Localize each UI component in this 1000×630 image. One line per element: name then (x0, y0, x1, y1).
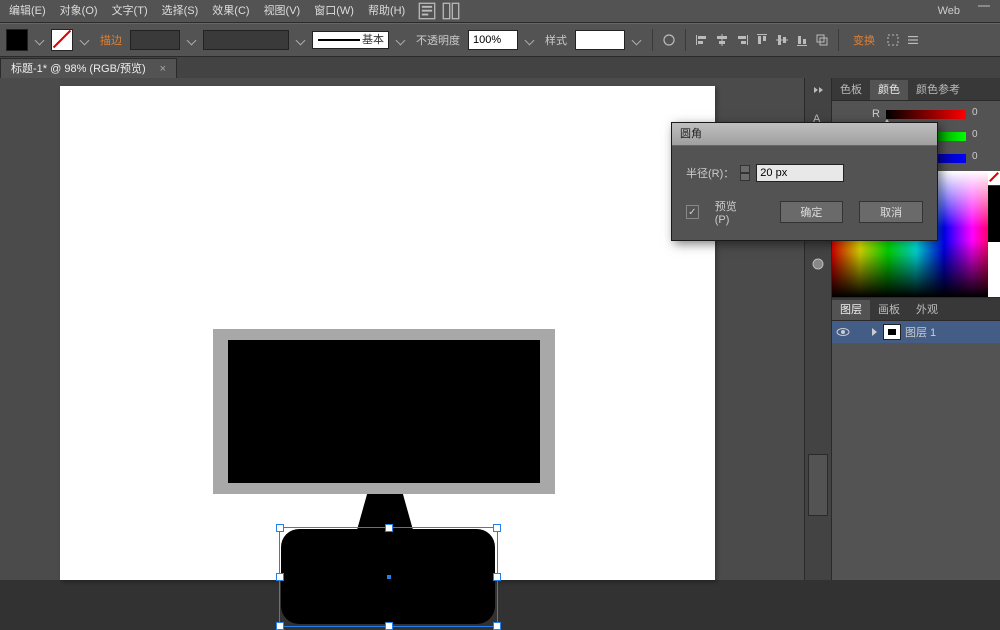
stroke-swatch[interactable] (51, 29, 73, 51)
selection-bounds (279, 527, 498, 627)
transform-label[interactable]: 变换 (853, 32, 875, 48)
shape-builder-icon[interactable] (814, 32, 830, 48)
selection-handle[interactable] (493, 622, 501, 630)
separator (685, 29, 686, 51)
step-down-icon[interactable] (740, 173, 750, 181)
black-swatch[interactable] (988, 186, 1000, 242)
selection-handle[interactable] (276, 524, 284, 532)
spectrum-side-strip (988, 171, 1000, 297)
document-tab-bar: 标题-1* @ 98% (RGB/预览) × (0, 57, 1000, 80)
step-up-icon[interactable] (740, 165, 750, 173)
color-panel-icon[interactable] (810, 256, 826, 272)
tab-swatches[interactable]: 色板 (832, 80, 870, 100)
layers-panel-tabs: 图层 画板 外观 (832, 298, 1000, 321)
close-tab-icon[interactable]: × (160, 59, 166, 79)
menu-window[interactable]: 窗口(W) (307, 0, 361, 22)
radius-input[interactable] (756, 164, 844, 182)
align-top-icon[interactable] (754, 32, 770, 48)
style-label: 样式 (545, 32, 567, 48)
minimize-icon[interactable] (978, 5, 990, 7)
stroke-dropdown-icon[interactable] (80, 35, 90, 45)
opacity-label: 不透明度 (416, 32, 460, 48)
brush-dropdown-icon[interactable] (396, 35, 406, 45)
selection-center-icon (387, 575, 391, 579)
menu-bar: 编辑(E) 对象(O) 文字(T) 选择(S) 效果(C) 视图(V) 窗口(W… (0, 0, 1000, 23)
layers-panel: 图层 画板 外观 图层 1 (832, 297, 1000, 343)
layer-name[interactable]: 图层 1 (905, 324, 936, 340)
radius-stepper[interactable] (740, 165, 750, 181)
separator (838, 29, 839, 51)
selection-handle[interactable] (385, 524, 393, 532)
menu-edit[interactable]: 编辑(E) (2, 0, 53, 22)
stroke-label: 描边 (100, 32, 122, 48)
doc-layout-icon[interactable] (418, 3, 436, 19)
menu-type[interactable]: 文字(T) (105, 0, 155, 22)
align-hcenter-icon[interactable] (714, 32, 730, 48)
document-tab[interactable]: 标题-1* @ 98% (RGB/预览) × (0, 58, 177, 79)
fill-swatch[interactable] (6, 29, 28, 51)
preview-checkbox[interactable]: ✓ (686, 205, 699, 219)
r-slider[interactable] (886, 110, 966, 119)
b-value[interactable]: 0 (970, 151, 992, 165)
r-value[interactable]: 0 (970, 107, 992, 121)
tab-artboards[interactable]: 画板 (870, 300, 908, 320)
disclosure-triangle-icon[interactable] (872, 328, 877, 336)
menu-object[interactable]: 对象(O) (53, 0, 105, 22)
recolor-icon[interactable] (661, 32, 677, 48)
tab-layers[interactable]: 图层 (832, 300, 870, 320)
white-swatch[interactable] (988, 242, 1000, 298)
tab-appearance[interactable]: 外观 (908, 300, 946, 320)
selection-handle[interactable] (385, 622, 393, 630)
selection-handle[interactable] (276, 622, 284, 630)
brush-definition[interactable]: 基本 (312, 31, 389, 49)
r-label: R (870, 108, 882, 120)
opacity-dropdown-icon[interactable] (525, 35, 535, 45)
menu-effect[interactable]: 效果(C) (205, 0, 256, 22)
cancel-button[interactable]: 取消 (859, 201, 923, 223)
align-bottom-icon[interactable] (794, 32, 810, 48)
menu-help[interactable]: 帮助(H) (361, 0, 412, 22)
r-slider-row: R 0 (870, 107, 992, 121)
g-value[interactable]: 0 (970, 129, 992, 143)
document-tab-title: 标题-1* @ 98% (RGB/预览) (11, 59, 146, 79)
radius-label: 半径(R)： (686, 165, 734, 181)
isolate-icon[interactable] (885, 32, 901, 48)
expand-dock-icon[interactable] (810, 82, 826, 98)
brush-label: 基本 (362, 32, 384, 48)
none-color-icon[interactable] (988, 171, 1000, 186)
style-dropdown-icon[interactable] (632, 35, 642, 45)
align-left-icon[interactable] (694, 32, 710, 48)
more-options-icon[interactable] (905, 32, 921, 48)
tab-color-guide[interactable]: 颜色参考 (908, 80, 968, 100)
workspace-switcher[interactable]: Web (938, 0, 960, 22)
layer-thumbnail[interactable] (883, 324, 901, 340)
align-right-icon[interactable] (734, 32, 750, 48)
selection-handle[interactable] (493, 524, 501, 532)
separator (652, 29, 653, 51)
variable-width-profile[interactable] (203, 30, 289, 50)
opacity-field[interactable]: 100% (468, 30, 518, 50)
color-panel-tabs: 色板 颜色 颜色参考 (832, 78, 1000, 101)
shape-monitor-screen[interactable] (228, 340, 540, 483)
preview-label: 预览(P) (715, 198, 748, 226)
round-corners-dialog: 圆角 半径(R)： ✓ 预览(P) 确定 取消 (671, 122, 938, 241)
ok-button[interactable]: 确定 (780, 201, 844, 223)
menu-select[interactable]: 选择(S) (155, 0, 206, 22)
stroke-weight-field[interactable] (130, 30, 180, 50)
visibility-icon[interactable] (836, 325, 850, 339)
layer-row[interactable]: 图层 1 (832, 321, 1000, 343)
arrange-icon[interactable] (442, 3, 460, 19)
align-vcenter-icon[interactable] (774, 32, 790, 48)
options-bar: 描边 基本 不透明度 100% 样式 变换 (0, 23, 1000, 57)
panel-resize-handle[interactable] (808, 454, 828, 516)
stroke-weight-dropdown-icon[interactable] (187, 35, 197, 45)
graphic-style-swatch[interactable] (575, 30, 625, 50)
menu-view[interactable]: 视图(V) (257, 0, 308, 22)
vwp-dropdown-icon[interactable] (296, 35, 306, 45)
dialog-title[interactable]: 圆角 (672, 123, 937, 146)
fill-dropdown-icon[interactable] (35, 35, 45, 45)
tab-color[interactable]: 颜色 (870, 80, 908, 100)
